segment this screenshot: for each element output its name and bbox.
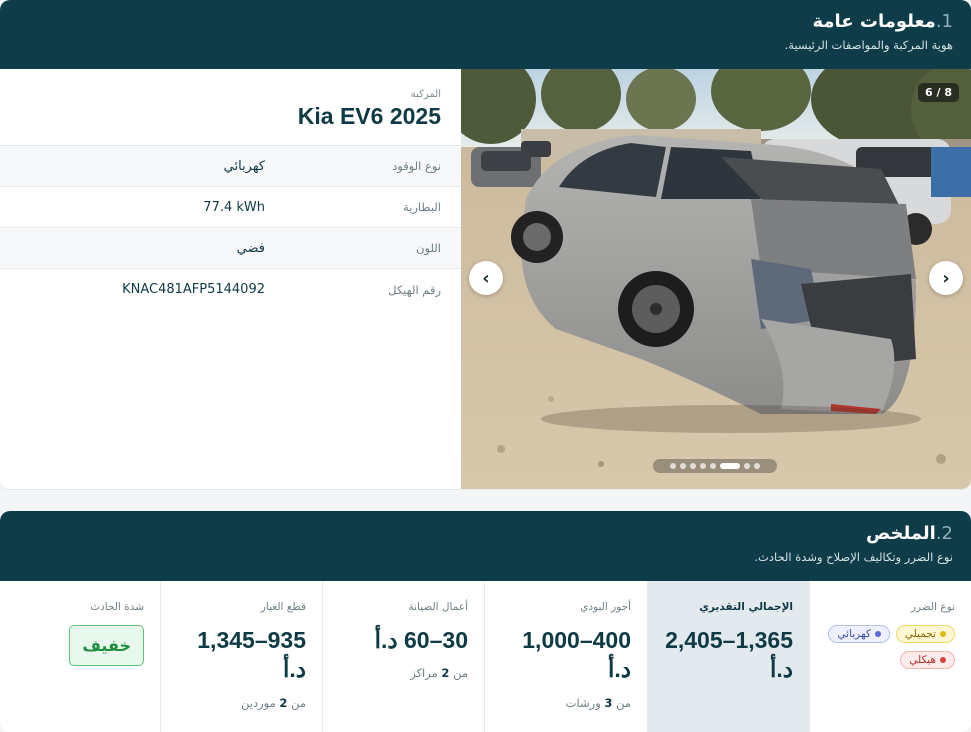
spec-value: فضي [236, 240, 265, 256]
body-labor-note: من 3 ورشات [566, 696, 631, 710]
maintenance-note: من 2 مراكز [410, 666, 468, 680]
tag-text: تجميلي [904, 628, 936, 640]
dot-icon [874, 631, 881, 637]
chevron-right-icon: › [942, 267, 950, 289]
damage-tag-electrical: كهربائي [828, 625, 890, 643]
spec-key: رقم الهيكل [388, 282, 441, 297]
next-photo-button[interactable]: › [929, 261, 963, 295]
spec-key: نوع الوقود [392, 159, 441, 173]
general-info-card: 1.معلومات عامة هوية المركبة والمواصفات ا… [0, 0, 971, 490]
dot-icon [940, 657, 946, 663]
note-prefix: من [453, 666, 468, 680]
damage-tags: تجميلي كهربائي هيكلي [826, 625, 955, 669]
total-estimate-value: 1,365–2,405 د.أ [665, 627, 793, 682]
severity-column: شدة الحادث خفيف [0, 581, 160, 732]
summary-header: 2.الملخص نوع الضرر وتكاليف الإصلاح وشدة … [0, 511, 971, 581]
note-count: 3 [604, 696, 613, 710]
pagination-dot-active[interactable] [720, 463, 740, 469]
section-number: 2. [935, 523, 953, 544]
note-prefix: من [616, 696, 631, 710]
section-title: 1.معلومات عامة [18, 10, 954, 34]
general-info-header: 1.معلومات عامة هوية المركبة والمواصفات ا… [0, 0, 971, 69]
body-labor-value: 400–1,000 د.أ [522, 627, 631, 682]
spec-value: KNAC481AFP5144092 [122, 282, 265, 297]
note-count: 2 [441, 666, 450, 680]
section-number: 1. [935, 11, 953, 32]
vehicle-photo-gallery[interactable]: 6 / 8 ‹ › [461, 69, 971, 489]
spec-value: كهربائي [223, 158, 265, 174]
damaged-car-photo [461, 69, 971, 489]
pagination-dot[interactable] [700, 463, 706, 469]
chevron-left-icon: ‹ [482, 267, 490, 289]
spec-key: البطارية [402, 200, 441, 214]
damage-tag-cosmetic: تجميلي [895, 625, 955, 643]
parts-note: من 2 موردين [241, 696, 306, 710]
section-subtitle: نوع الضرر وتكاليف الإصلاح وشدة الحادث. [754, 550, 953, 564]
severity-badge: خفيف [69, 625, 144, 666]
vehicle-info-panel: المركبة Kia EV6 2025 نوع الوقود كهربائي … [0, 69, 461, 489]
maintenance-column: أعمال الصيانة 30–60 د.أ من 2 مراكز [322, 581, 484, 732]
damage-tag-structural: هيكلي [900, 651, 955, 669]
note-count: 2 [279, 696, 288, 710]
spec-key: اللون [416, 241, 441, 255]
prev-photo-button[interactable]: ‹ [469, 261, 503, 295]
body-labor-label: أجور البودي [580, 601, 631, 613]
spec-row-color: اللون فضي [0, 228, 461, 269]
pagination-dot[interactable] [680, 463, 686, 469]
spec-row-battery: البطارية 77.4 kWh [0, 187, 461, 228]
note-suffix: ورشات [565, 696, 601, 710]
damage-type-label: نوع الضرر [910, 601, 955, 613]
summary-columns: نوع الضرر تجميلي كهربائي هيكلي الإجمالي … [0, 581, 971, 732]
pagination-dot[interactable] [754, 463, 760, 469]
summary-card: 2.الملخص نوع الضرر وتكاليف الإصلاح وشدة … [0, 511, 971, 732]
note-suffix: موردين [241, 696, 276, 710]
total-estimate-label: الإجمالي التقديري [699, 601, 793, 613]
parts-value: 935–1,345 د.أ [197, 627, 306, 682]
pagination-dot[interactable] [710, 463, 716, 469]
section-subtitle: هوية المركبة والمواصفات الرئيسية. [784, 38, 953, 52]
body-labor-column: أجور البودي 400–1,000 د.أ من 3 ورشات [484, 581, 647, 732]
section-title: 2.الملخص [18, 522, 953, 546]
section-title-text: معلومات عامة [812, 11, 936, 32]
pagination-dot[interactable] [690, 463, 696, 469]
vehicle-identity: المركبة Kia EV6 2025 [0, 69, 461, 146]
total-estimate-column: الإجمالي التقديري 1,365–2,405 د.أ [647, 581, 809, 732]
spec-row-vin: رقم الهيكل KNAC481AFP5144092 [0, 269, 461, 310]
vehicle-model: Kia EV6 2025 [297, 103, 441, 129]
note-suffix: مراكز [410, 666, 438, 680]
pagination-dot[interactable] [670, 463, 676, 469]
tag-text: هيكلي [909, 654, 936, 666]
damage-type-column: نوع الضرر تجميلي كهربائي هيكلي [809, 581, 971, 732]
maintenance-label: أعمال الصيانة [408, 601, 468, 613]
pagination-dot[interactable] [744, 463, 750, 469]
spec-row-fuel: نوع الوقود كهربائي [0, 146, 461, 187]
photo-pagination [653, 459, 777, 473]
severity-label: شدة الحادث [90, 601, 144, 613]
maintenance-value: 30–60 د.أ [374, 627, 468, 653]
tag-text: كهربائي [837, 628, 871, 640]
vehicle-label: المركبة [410, 89, 441, 100]
section-title-text: الملخص [865, 523, 936, 544]
note-prefix: من [291, 696, 306, 710]
photo-counter: 6 / 8 [918, 83, 959, 102]
parts-column: قطع الغيار 935–1,345 د.أ من 2 موردين [160, 581, 322, 732]
spec-value: 77.4 kWh [203, 199, 265, 215]
dot-icon [940, 631, 946, 637]
parts-label: قطع الغيار [260, 601, 306, 613]
